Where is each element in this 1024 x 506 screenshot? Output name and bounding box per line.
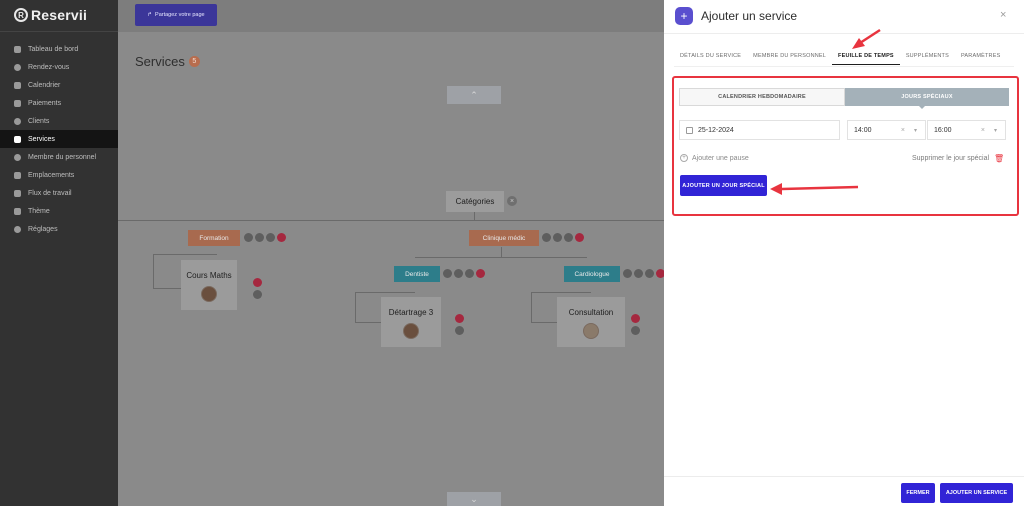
annotation-arrows [770,28,881,195]
arrow-to-timesheet-tab [852,28,881,49]
arrow-to-add-special-day [770,183,859,195]
